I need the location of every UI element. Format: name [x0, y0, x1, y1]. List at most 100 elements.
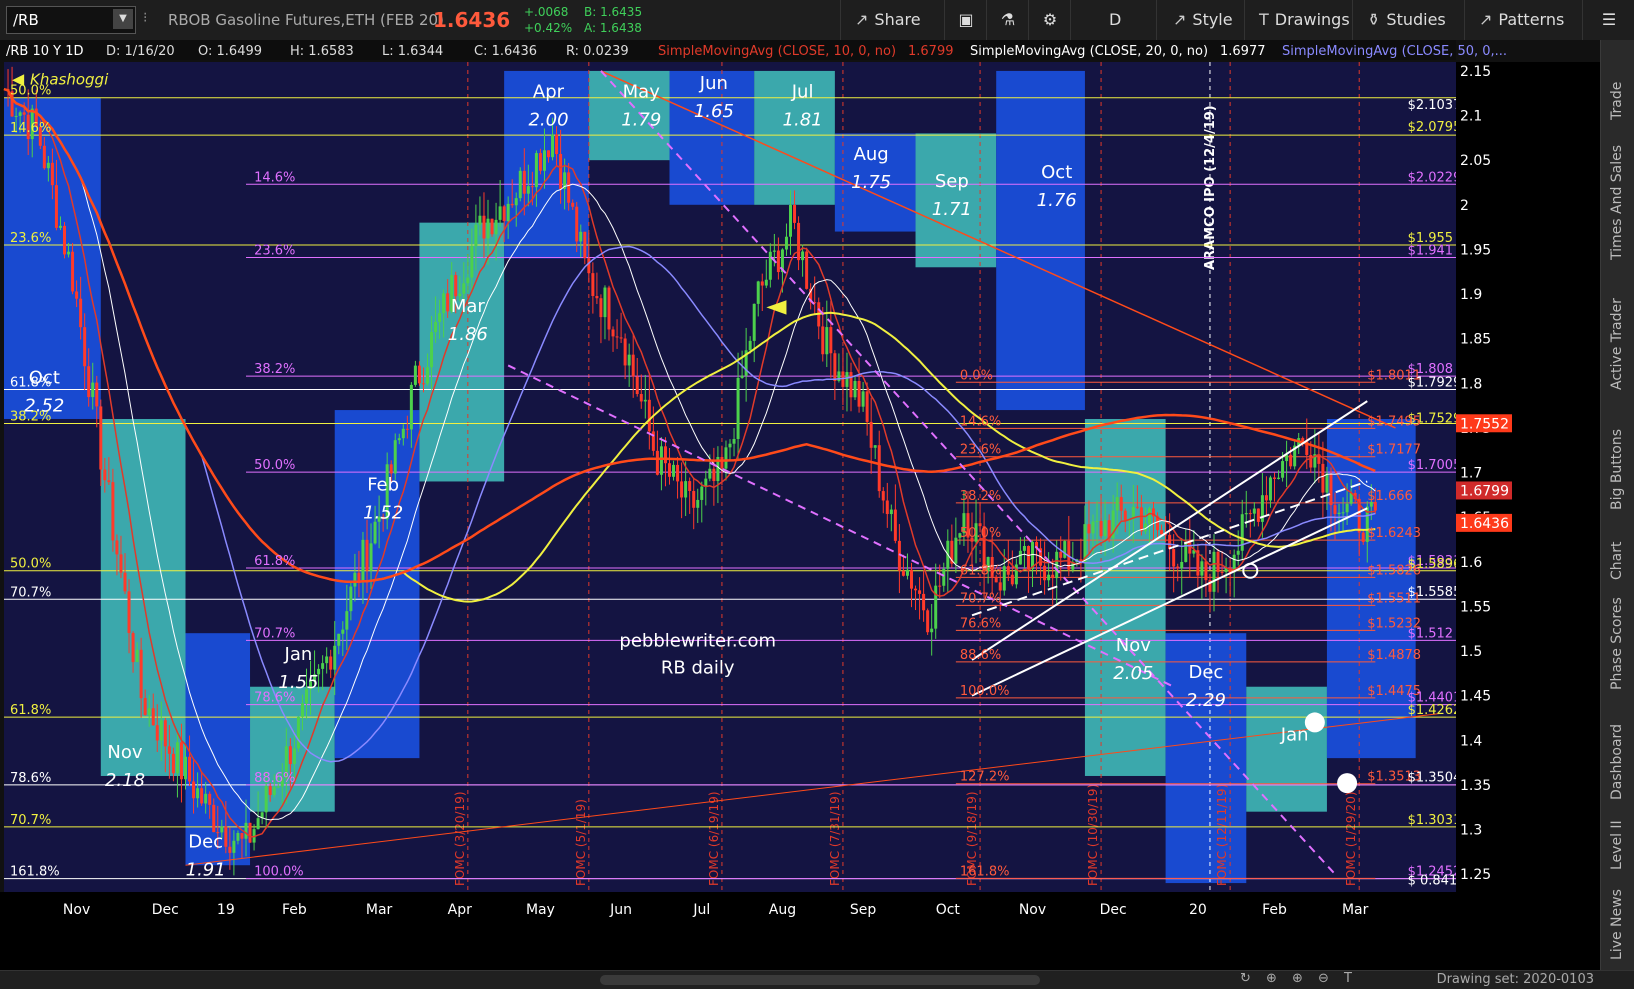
menu-icon: ☰: [1601, 10, 1617, 29]
season-value-label: 1.52: [363, 502, 403, 523]
fomc-label: FOMC (10/30/19): [1086, 784, 1100, 886]
fib-magenta-label: 88.6%: [254, 771, 295, 786]
settings-button[interactable]: ⚙: [1028, 0, 1071, 40]
zoom-out-icon[interactable]: ⊖: [1318, 971, 1329, 986]
fib-yellow-label: 38.2%: [10, 409, 51, 424]
fib-magenta-label: 14.6%: [254, 170, 295, 185]
candle-body: [123, 572, 127, 592]
candle-body: [926, 610, 930, 633]
candle-body: [115, 540, 119, 555]
candle-body: [510, 203, 514, 206]
fib-red-label: 70.7%: [960, 591, 1001, 606]
y-tick-label: 1.35: [1460, 778, 1491, 794]
candle-body: [853, 380, 857, 398]
menu-button[interactable]: ☰: [1582, 0, 1634, 40]
period-button[interactable]: D: [1070, 0, 1156, 40]
fib-magenta-label: 78.6%: [254, 691, 295, 706]
candle-body: [71, 251, 75, 292]
candle-body: [793, 204, 797, 223]
candle-body: [825, 327, 829, 355]
candle-body: [1099, 521, 1103, 537]
x-tick-label: Nov: [63, 902, 90, 918]
candle-body: [889, 509, 893, 515]
chart-panel[interactable]: /RB 10 Y 1D D: 1/16/20 O: 1.6499 H: 1.6583 L…: [0, 40, 1600, 970]
candle-body: [421, 383, 425, 385]
candle-body: [603, 287, 607, 318]
horizontal-scrollbar[interactable]: [600, 975, 1040, 985]
candle-body: [264, 786, 268, 813]
candle-body: [643, 399, 647, 402]
toolbar: /RB ▼ ⁝ RBOB Gasoline Futures,ETH (FEB 2…: [0, 0, 1634, 41]
candle-body: [91, 382, 95, 398]
candle-body: [365, 539, 369, 571]
studies-button[interactable]: ⚱ Studies: [1352, 0, 1464, 40]
candle-body: [526, 186, 530, 194]
y-tick-label: 2: [1460, 198, 1469, 214]
price-chart[interactable]: /RB 10 Y 1D D: 1/16/20 O: 1.6499 H: 1.6583 L…: [0, 40, 1600, 970]
symbol-input[interactable]: /RB ▼: [6, 6, 136, 34]
side-tab-label: Chart: [1609, 541, 1625, 580]
right-price-label: $1.512: [1408, 626, 1454, 641]
candle-body: [1176, 566, 1180, 569]
candle-body: [797, 222, 801, 261]
link-icon[interactable]: ⁝: [143, 10, 147, 26]
candle-body: [571, 202, 575, 207]
drawings-button[interactable]: T Drawings: [1244, 0, 1352, 40]
y-tick-label: 1.85: [1460, 332, 1491, 348]
season-value-label: 1.75: [851, 172, 891, 193]
text-tool-icon[interactable]: T: [1344, 971, 1352, 986]
right-price-label: $1.3031: [1408, 813, 1462, 828]
fib-red-label: 61.8%: [960, 563, 1001, 578]
fomc-label: FOMC (3/20/19): [453, 791, 467, 886]
candle-body: [914, 588, 918, 591]
y-tick-label: 1.25: [1460, 867, 1491, 883]
crosshair-icon[interactable]: ⊕: [1266, 971, 1277, 986]
header-sma10-value: 1.6799: [908, 44, 954, 59]
flask-button[interactable]: ⚗: [986, 0, 1029, 40]
style-button[interactable]: ↗ Style: [1156, 0, 1244, 40]
reset-icon[interactable]: ↻: [1240, 971, 1251, 986]
candle-body: [498, 206, 502, 220]
candle-body: [200, 788, 204, 804]
candle-body: [918, 590, 922, 594]
candle-body: [430, 332, 434, 368]
style-icon: ↗: [1173, 10, 1187, 29]
patterns-button[interactable]: ↗ Patterns: [1464, 0, 1582, 40]
candle-body: [724, 447, 728, 469]
header-range: R: 0.0239: [566, 44, 629, 59]
season-month-label: Apr: [533, 82, 565, 103]
snapshot-button[interactable]: ▣: [944, 0, 987, 40]
share-button[interactable]: ↗ Share: [840, 0, 945, 40]
watermark-chart: RB daily: [661, 657, 735, 678]
y-tick-label: 1.9: [1460, 287, 1482, 303]
patterns-icon: ↗: [1479, 10, 1493, 29]
fib-white-label: 70.7%: [10, 585, 51, 600]
candle-body: [192, 781, 196, 799]
candle-body: [1139, 507, 1143, 532]
period-label: D: [1109, 10, 1122, 29]
candle-body: [393, 440, 397, 474]
candle-body: [736, 377, 740, 439]
header-low: L: 1.6344: [382, 44, 443, 59]
season-month-label: Dec: [188, 831, 223, 852]
candle-body: [857, 380, 861, 407]
zoom-in-icon[interactable]: ⊕: [1292, 971, 1303, 986]
candle-body: [446, 293, 450, 312]
share-icon: ↗: [855, 10, 869, 29]
candle-body: [46, 162, 50, 169]
season-month-label: Nov: [1116, 635, 1151, 656]
candle-body: [893, 509, 897, 541]
candle-body: [587, 258, 591, 274]
candle-body: [934, 585, 938, 629]
patterns-label: Patterns: [1498, 10, 1565, 29]
candle-body: [631, 354, 635, 377]
candle-body: [151, 708, 155, 726]
season-month-label: Mar: [451, 296, 486, 317]
candle-body: [236, 833, 240, 841]
last-price: 1.6436: [433, 8, 511, 32]
candle-body: [482, 215, 486, 239]
candle-body: [127, 591, 131, 633]
candle-body: [861, 391, 865, 407]
chevron-down-icon[interactable]: ▼: [113, 9, 133, 29]
candle-body: [607, 287, 611, 330]
